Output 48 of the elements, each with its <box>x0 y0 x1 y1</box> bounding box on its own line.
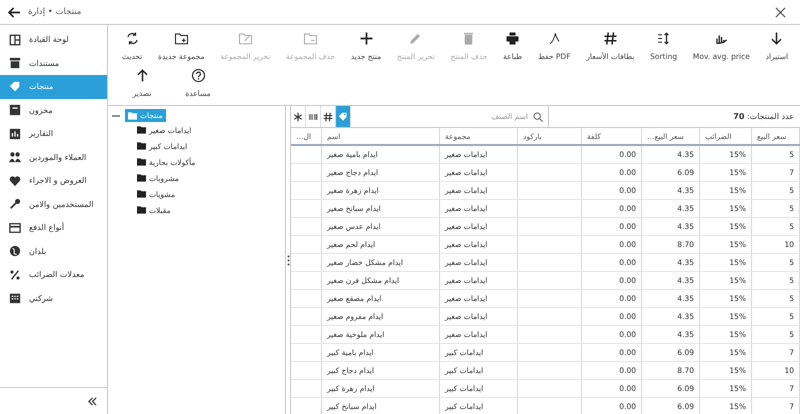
tag-icon <box>338 112 348 122</box>
dashboard-icon <box>9 34 21 46</box>
globe-icon <box>9 245 21 258</box>
plus-icon <box>358 31 374 46</box>
sidebar-item[interactable]: المستخدمين والامن <box>0 192 107 216</box>
sidebar-item[interactable]: العملاء والموردين <box>0 146 107 169</box>
key-icon <box>9 198 21 210</box>
sidebar-item[interactable]: التقارير <box>0 122 107 146</box>
upload-icon <box>134 68 150 83</box>
building-icon <box>9 292 21 304</box>
folder-minus-icon <box>303 31 318 46</box>
asterisk-icon <box>293 112 303 122</box>
view-toggle-button[interactable] <box>321 106 336 127</box>
sidebar-item[interactable]: معدلات الضرائب <box>0 263 107 286</box>
report-icon <box>9 128 21 140</box>
search-icon <box>533 112 543 122</box>
view-toggle-button[interactable] <box>291 106 306 127</box>
people-icon <box>9 151 21 164</box>
card-icon <box>9 222 21 234</box>
printer-icon <box>505 31 520 46</box>
collapse-icon[interactable] <box>88 396 97 406</box>
sidebar-item[interactable]: أنواع الدفع <box>0 216 107 240</box>
sidebar-item[interactable]: مستندات <box>0 52 107 75</box>
sidebar-item[interactable]: مخزون <box>0 98 107 122</box>
barcode-icon <box>308 112 318 122</box>
folder-edit-icon <box>238 31 253 46</box>
sort-icon <box>656 31 672 46</box>
help-icon <box>190 68 206 83</box>
archive-icon <box>9 57 21 70</box>
hash-icon <box>323 112 333 122</box>
sidebar-item[interactable]: العروض و الاجراء <box>0 169 107 192</box>
hash-icon <box>602 31 618 46</box>
folder-plus-icon <box>174 31 189 46</box>
view-toggle-button[interactable] <box>336 106 351 127</box>
back-arrow-icon[interactable] <box>8 6 21 18</box>
tag-icon <box>9 80 21 93</box>
splitter-handle-icon[interactable] <box>286 254 290 266</box>
download-icon <box>769 31 784 46</box>
view-toggle-button[interactable] <box>306 106 321 127</box>
heart-icon <box>9 174 21 187</box>
percent-icon <box>9 268 21 281</box>
sidebar-item[interactable]: بلدان <box>0 240 107 263</box>
sidebar-item[interactable]: لوحة القيادة <box>0 28 107 52</box>
refresh-icon <box>124 31 140 46</box>
window-title: منتجات • إدارة <box>28 7 82 17</box>
sidebar-item[interactable]: شركتي <box>0 286 107 310</box>
box-icon <box>9 104 21 116</box>
close-icon[interactable] <box>775 6 786 18</box>
